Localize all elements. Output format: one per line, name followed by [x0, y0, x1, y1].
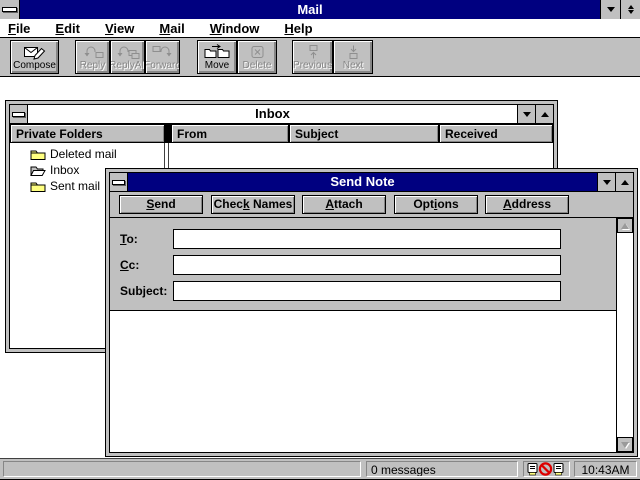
app-titlebar[interactable]: Mail [0, 0, 640, 19]
message-scrollbar [616, 218, 633, 452]
next-icon [341, 44, 365, 60]
restore-button[interactable] [620, 0, 640, 19]
send-note-header-fields: To: Cc: Subject: [110, 218, 616, 311]
system-menu-button[interactable] [0, 0, 20, 19]
column-header-from[interactable]: From [171, 124, 289, 143]
cc-field[interactable] [173, 255, 561, 275]
mail-offline-icon [526, 462, 567, 476]
folder-open-icon [30, 164, 46, 177]
column-header-subject[interactable]: Subject [289, 124, 439, 143]
inbox-column-headers: Private Folders From Subject Received [10, 124, 553, 143]
minimize-icon [603, 180, 611, 185]
minimize-button[interactable] [600, 0, 620, 19]
delete-button[interactable]: Delete [237, 40, 277, 74]
next-button[interactable]: Next [333, 40, 373, 74]
previous-button[interactable]: Previous [292, 40, 333, 74]
toolbar: Compose Reply ReplyAll Forward [0, 38, 640, 77]
address-button[interactable]: Address [485, 195, 569, 214]
status-bar: 0 messages 10:43AM [0, 458, 640, 480]
forward-icon [151, 44, 175, 60]
menu-item-view[interactable]: View [105, 21, 134, 36]
toolbar-button-label: Reply [80, 60, 106, 71]
scroll-up-button[interactable] [617, 218, 633, 233]
move-icon [204, 44, 230, 60]
forward-button[interactable]: Forward [145, 40, 180, 74]
folder-closed-icon [30, 180, 46, 193]
send-note-button-row: Send Check Names Attach Options Address [110, 192, 633, 218]
cc-label: Cc: [120, 258, 139, 272]
menu-bar: File Edit View Mail Window Help [0, 19, 640, 38]
send-note-title: Send Note [128, 173, 597, 191]
toolbar-button-label: Compose [13, 60, 56, 71]
inbox-system-menu-button[interactable] [10, 105, 28, 123]
reply-button[interactable]: Reply [75, 40, 110, 74]
to-label: To: [120, 232, 138, 246]
status-clock: 10:43AM [574, 461, 637, 477]
window-dash-icon [12, 112, 25, 117]
send-note-system-menu-button[interactable] [110, 173, 128, 191]
minimize-icon [607, 7, 615, 12]
folder-label: Deleted mail [50, 147, 117, 161]
inbox-titlebar[interactable]: Inbox [10, 105, 553, 124]
folder-label: Inbox [50, 163, 79, 177]
menu-item-file[interactable]: File [8, 21, 30, 36]
toolbar-button-label: Next [343, 60, 364, 71]
status-message-count: 0 messages [366, 461, 518, 477]
toolbar-button-label: ReplyAll [110, 60, 145, 71]
maximize-icon [621, 180, 629, 185]
compose-button[interactable]: Compose [10, 40, 59, 74]
previous-icon [301, 44, 325, 60]
subject-label: Subject: [120, 284, 167, 298]
column-header-private-folders[interactable]: Private Folders [10, 124, 165, 143]
arrow-up-icon [621, 223, 629, 229]
column-header-received[interactable]: Received [439, 124, 553, 143]
toolbar-button-label: Previous [293, 60, 332, 71]
scrollbar-track[interactable] [617, 233, 633, 437]
window-dash-icon [2, 7, 17, 12]
delete-icon [245, 44, 269, 60]
attach-button[interactable]: Attach [302, 195, 386, 214]
reply-icon [81, 44, 105, 60]
folder-label: Sent mail [50, 179, 100, 193]
scroll-down-button[interactable] [617, 437, 633, 452]
app-title: Mail [20, 0, 600, 19]
toolbar-button-label: Delete [243, 60, 272, 71]
toolbar-button-label: Move [205, 60, 229, 71]
send-button[interactable]: Send [119, 195, 203, 214]
menu-item-help[interactable]: Help [284, 21, 312, 36]
move-button[interactable]: Move [197, 40, 237, 74]
options-button[interactable]: Options [394, 195, 478, 214]
status-connection-panel [523, 461, 570, 477]
send-note-maximize-button[interactable] [615, 173, 633, 191]
maximize-icon [541, 112, 549, 117]
subject-field[interactable] [173, 281, 561, 301]
check-names-button[interactable]: Check Names [211, 195, 295, 214]
menu-item-mail[interactable]: Mail [159, 21, 184, 36]
minimize-icon [523, 112, 531, 117]
inbox-minimize-button[interactable] [517, 105, 535, 123]
to-field[interactable] [173, 229, 561, 249]
arrow-down-icon [621, 442, 629, 448]
inbox-title: Inbox [28, 105, 517, 123]
message-body-area[interactable] [110, 311, 616, 452]
status-panel-main [3, 461, 361, 477]
send-note-titlebar[interactable]: Send Note [110, 173, 633, 192]
send-note-window: Send Note Send Check Names Attach Option… [105, 168, 638, 457]
folder-closed-icon [30, 148, 46, 161]
reply-all-button[interactable]: ReplyAll [110, 40, 145, 74]
compose-icon [23, 43, 47, 60]
toolbar-button-label: Forward [145, 60, 180, 71]
window-dash-icon [112, 180, 125, 185]
folder-item-deleted-mail[interactable]: Deleted mail [10, 146, 164, 162]
restore-icon [628, 5, 634, 9]
send-note-minimize-button[interactable] [597, 173, 615, 191]
inbox-maximize-button[interactable] [535, 105, 553, 123]
menu-item-edit[interactable]: Edit [55, 21, 80, 36]
reply-all-icon [116, 44, 140, 60]
menu-item-window[interactable]: Window [210, 21, 260, 36]
